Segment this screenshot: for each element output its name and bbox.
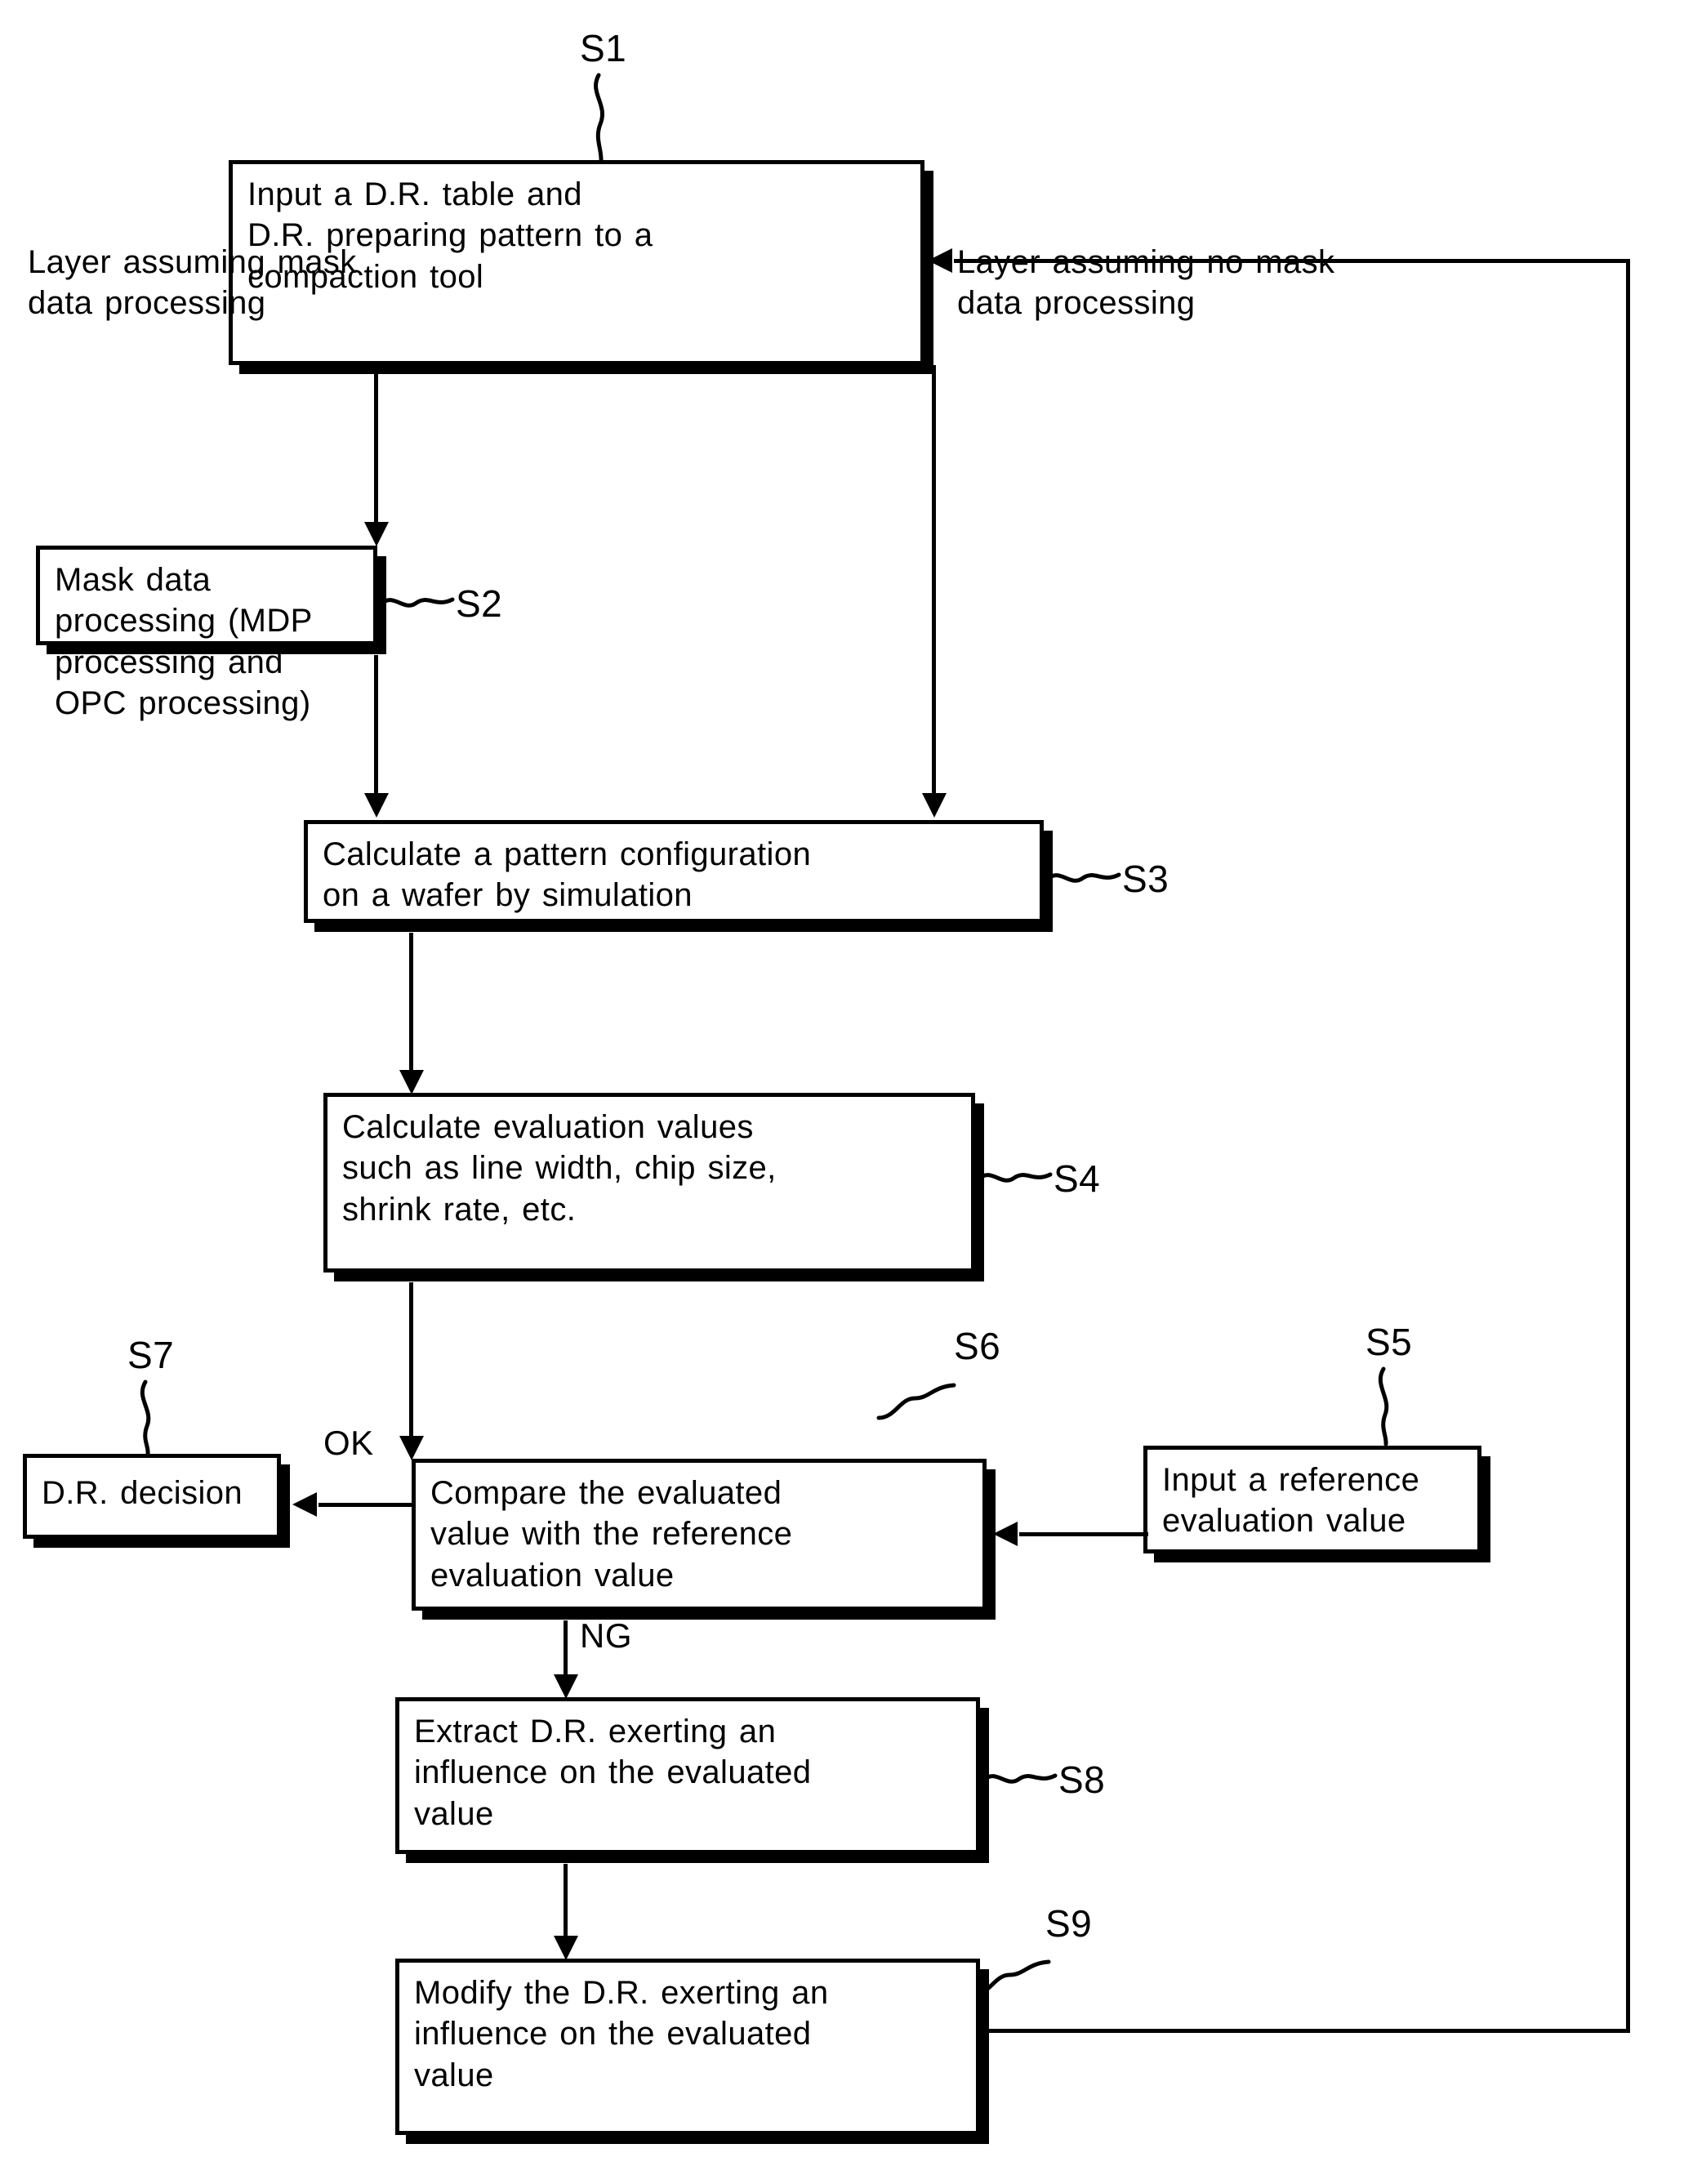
connector-ok-vertical bbox=[412, 1459, 416, 1504]
leader-line-s1 bbox=[584, 73, 617, 164]
arrowhead-feedback-to-s1 bbox=[928, 248, 952, 273]
process-box-s8: Extract D.R. exerting an influence on th… bbox=[395, 1697, 980, 1854]
branch-label-right: Layer assuming no mask data processing bbox=[957, 244, 1335, 322]
arrowhead-s8-to-s9 bbox=[554, 1936, 578, 1960]
leader-line-s2 bbox=[378, 586, 456, 619]
arrowhead-s4-to-s6 bbox=[399, 1436, 424, 1460]
arrowhead-ng bbox=[554, 1674, 578, 1699]
leader-line-s6 bbox=[876, 1382, 957, 1421]
connector-ok-horizontal bbox=[319, 1503, 415, 1507]
arrowhead-s1-to-s2 bbox=[364, 522, 389, 546]
connector-s6-to-s8 bbox=[564, 1620, 568, 1681]
step-tag-s8: S8 bbox=[1058, 1758, 1106, 1801]
edge-label-ng: NG bbox=[580, 1616, 632, 1655]
arrowhead-s5-to-s6 bbox=[993, 1522, 1018, 1546]
arrowhead-s1-to-s3 bbox=[922, 793, 947, 818]
process-box-s7: D.R. decision bbox=[23, 1454, 281, 1539]
step-tag-s6: S6 bbox=[954, 1325, 1001, 1367]
feedback-line-top bbox=[954, 259, 1630, 263]
process-box-s2: Mask data processing (MDP processing and… bbox=[36, 546, 377, 721]
leader-line-s5 bbox=[1369, 1366, 1401, 1446]
feedback-line-right bbox=[1626, 259, 1630, 2033]
leader-line-s9 bbox=[971, 1959, 1052, 1998]
process-box-s9: Modify the D.R. exerting an influence on… bbox=[395, 1959, 980, 2135]
arrowhead-s2-to-s3 bbox=[364, 793, 389, 818]
step-tag-s3: S3 bbox=[1122, 858, 1169, 900]
connector-s5-to-s6 bbox=[1019, 1532, 1148, 1536]
edge-label-ok: OK bbox=[323, 1424, 374, 1462]
arrowhead-ok bbox=[292, 1492, 317, 1517]
connector-s1-to-s2 bbox=[374, 365, 378, 525]
step-tag-s1: S1 bbox=[580, 27, 627, 69]
branch-label-left: Layer assuming mask data processing bbox=[28, 244, 357, 322]
connector-s1-to-s3 bbox=[932, 365, 936, 796]
arrowhead-s3-to-s4 bbox=[399, 1070, 424, 1094]
step-tag-s9: S9 bbox=[1045, 1902, 1093, 1945]
process-box-s4: Calculate evaluation values such as line… bbox=[323, 1093, 975, 1273]
flowchart-canvas: S1 Input a D.R. table and D.R. preparing… bbox=[0, 0, 1684, 2184]
process-box-s6: Compare the evaluated value with the ref… bbox=[412, 1459, 987, 1611]
leader-line-s8 bbox=[981, 1763, 1058, 1795]
connector-s8-to-s9 bbox=[564, 1864, 568, 1939]
step-tag-s5: S5 bbox=[1365, 1321, 1413, 1363]
leader-line-s3 bbox=[1045, 862, 1122, 894]
process-box-s5: Input a reference evaluation value bbox=[1143, 1446, 1481, 1553]
connector-s4-to-s6 bbox=[409, 1282, 413, 1439]
leader-line-s7 bbox=[131, 1379, 163, 1456]
feedback-line-bottom bbox=[977, 2029, 1630, 2033]
leader-line-s4 bbox=[976, 1161, 1054, 1194]
step-tag-s7: S7 bbox=[127, 1334, 175, 1376]
connector-s2-to-s3 bbox=[374, 655, 378, 796]
connector-s3-to-s4 bbox=[409, 933, 413, 1073]
step-tag-s2: S2 bbox=[456, 582, 503, 625]
process-box-s3: Calculate a pattern configuration on a w… bbox=[304, 820, 1044, 923]
step-tag-s4: S4 bbox=[1054, 1157, 1101, 1200]
